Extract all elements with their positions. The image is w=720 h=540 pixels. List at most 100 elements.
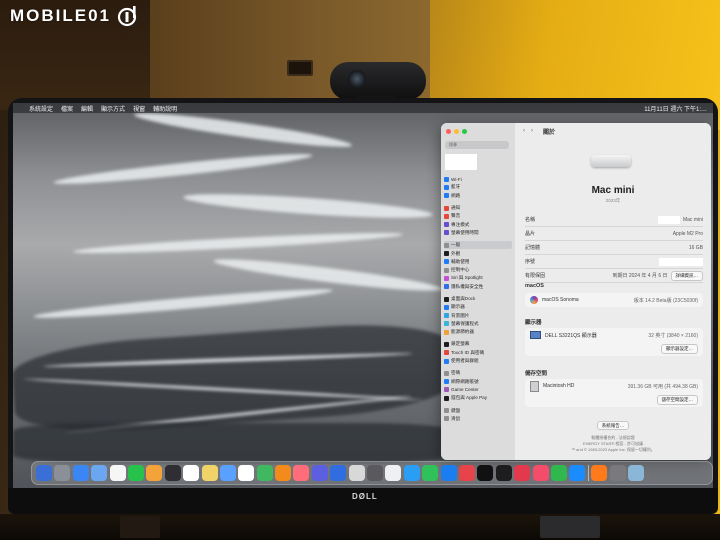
menu-app-name[interactable]: 系統設定	[29, 104, 53, 113]
back-forward-icon[interactable]: ‹›	[523, 128, 539, 134]
dock-app-icon[interactable]	[146, 465, 163, 481]
menu-file[interactable]: 檔案	[61, 104, 73, 113]
desk-object	[120, 516, 160, 538]
display-card: DELL S3221QS 顯示器 32 英寸 (3840 × 2160) 顯示器設…	[525, 328, 703, 356]
dock-app-icon[interactable]	[495, 465, 512, 481]
dock-app-icon[interactable]	[183, 465, 200, 481]
dock-app-icon[interactable]	[36, 465, 52, 481]
macos-header: macOS	[525, 283, 544, 289]
dock-app-icon[interactable]	[367, 465, 384, 481]
dock-app-icon[interactable]	[72, 465, 89, 481]
dock-app-icon[interactable]	[514, 465, 531, 481]
sidebar-item[interactable]: 鎖定螢幕	[444, 340, 512, 348]
storage-settings-button[interactable]: 儲存空間設定…	[656, 395, 698, 405]
dock-app-icon[interactable]	[127, 465, 144, 481]
dock-app-icon[interactable]	[275, 465, 292, 481]
dock-app-icon[interactable]	[293, 465, 310, 481]
sidebar-item[interactable]: 專注模式	[444, 220, 512, 228]
dock-app-icon[interactable]	[256, 465, 273, 481]
dock-app-icon[interactable]	[477, 465, 494, 481]
dock-app-icon[interactable]	[458, 465, 475, 481]
sidebar-item[interactable]: 背景圖片	[444, 311, 512, 319]
dock-app-icon[interactable]	[422, 465, 439, 481]
dock-app-icon[interactable]	[219, 465, 236, 481]
sidebar-item-icon	[444, 230, 449, 236]
info-key: 序號	[525, 259, 536, 265]
menubar-clock[interactable]: 11月11日 週六 下午1:…	[644, 104, 707, 113]
sidebar-item[interactable]: 錢包與 Apple Pay	[444, 394, 512, 402]
display-size: 32 英寸 (3840 × 2160)	[648, 332, 698, 339]
display-settings-button[interactable]: 顯示器設定…	[661, 344, 698, 354]
system-report-button[interactable]: 系統報告…	[596, 421, 630, 430]
sidebar-item-icon	[444, 408, 449, 414]
minimize-button[interactable]	[454, 129, 459, 134]
sidebar-item-icon	[444, 259, 449, 265]
dock-app-icon[interactable]	[54, 465, 71, 481]
sidebar-item[interactable]: 鍵盤	[444, 406, 512, 414]
sidebar-item[interactable]: Touch ID 與密碼	[444, 349, 512, 357]
sidebar-item[interactable]: 網際網路帳號	[444, 378, 512, 386]
menu-view[interactable]: 顯示方式	[101, 104, 125, 113]
mac-mini-image	[591, 155, 631, 167]
sidebar-item[interactable]: Game Center	[444, 386, 512, 394]
sidebar-item-label: 隱私權與安全性	[451, 283, 484, 289]
sidebar-search-input[interactable]: 搜尋	[445, 141, 509, 149]
sidebar-item[interactable]: 隱私權與安全性	[444, 283, 512, 291]
dock-app-icon[interactable]	[91, 465, 108, 481]
menu-window[interactable]: 視窗	[133, 104, 145, 113]
dock-app-icon[interactable]	[591, 465, 608, 481]
dock-app-icon[interactable]	[385, 465, 402, 481]
dock-app-icon[interactable]	[238, 465, 255, 481]
sidebar-item-label: 鎖定螢幕	[451, 341, 470, 347]
sidebar-item[interactable]: 聲音	[444, 212, 512, 220]
warranty-details-button[interactable]: 詳細資訊…	[670, 270, 703, 281]
dock-app-icon[interactable]	[348, 465, 365, 481]
sidebar-item-icon	[444, 395, 449, 401]
sidebar-item[interactable]: 通知	[444, 204, 512, 212]
dock-app-icon[interactable]	[550, 465, 567, 481]
storage-header: 儲存空間	[525, 371, 548, 377]
sidebar-item[interactable]: 滑鼠	[444, 415, 512, 423]
sidebar-item-label: 輔助使用	[451, 258, 470, 264]
sidebar-item-label: Game Center	[451, 387, 479, 393]
dock-app-icon[interactable]	[627, 465, 644, 481]
sidebar-item[interactable]: 外觀	[444, 249, 512, 257]
sidebar-item-icon	[444, 350, 449, 356]
sidebar-item[interactable]: 螢幕保護程式	[444, 320, 512, 328]
sidebar-item[interactable]: 能源節約器	[444, 328, 512, 336]
sidebar-item[interactable]: Wi-Fi	[444, 175, 512, 183]
close-button[interactable]	[446, 129, 451, 134]
sidebar-item[interactable]: 桌面與Dock	[444, 295, 512, 303]
menu-edit[interactable]: 編輯	[81, 104, 93, 113]
sidebar-item[interactable]: 顯示器	[444, 303, 512, 311]
sidebar-item[interactable]: 網路	[444, 192, 512, 200]
macos-name: macOS Sonoma	[542, 297, 579, 303]
dock-app-icon[interactable]	[109, 465, 126, 481]
device-year: 2023年	[605, 198, 621, 203]
sidebar-item[interactable]: 輔助使用	[444, 258, 512, 266]
dock-app-icon[interactable]	[164, 465, 181, 481]
dock-app-icon[interactable]	[311, 465, 328, 481]
sidebar-item[interactable]: Siri 與 Spotlight	[444, 274, 512, 282]
sidebar-item-label: Siri 與 Spotlight	[451, 275, 483, 281]
account-redacted[interactable]	[445, 154, 477, 170]
sidebar-item[interactable]: 使用者與群組	[444, 357, 512, 365]
dock-separator	[587, 465, 589, 481]
sidebar-item[interactable]: 一般	[444, 241, 512, 250]
dock-app-icon[interactable]	[532, 465, 549, 481]
dock	[31, 461, 713, 485]
dock-app-icon[interactable]	[609, 465, 626, 481]
settings-sidebar: 搜尋 Wi-Fi 藍牙 網路通知 聲音 專注模式 螢幕使用時間 一般 外觀 輔助使用控制中心 Si…	[441, 123, 515, 460]
dock-app-icon[interactable]	[330, 465, 347, 481]
dock-app-icon[interactable]	[403, 465, 420, 481]
menu-help[interactable]: 輔助說明	[153, 104, 177, 113]
sidebar-item[interactable]: 藍牙	[444, 183, 512, 191]
sidebar-item-label: 使用者與群組	[451, 358, 479, 364]
sidebar-item[interactable]: 密碼	[444, 369, 512, 377]
dock-app-icon[interactable]	[569, 465, 586, 481]
zoom-button[interactable]	[462, 129, 467, 134]
dock-app-icon[interactable]	[440, 465, 457, 481]
dock-app-icon[interactable]	[201, 465, 218, 481]
sidebar-item[interactable]: 控制中心	[444, 266, 512, 274]
sidebar-item[interactable]: 螢幕使用時間	[444, 229, 512, 237]
